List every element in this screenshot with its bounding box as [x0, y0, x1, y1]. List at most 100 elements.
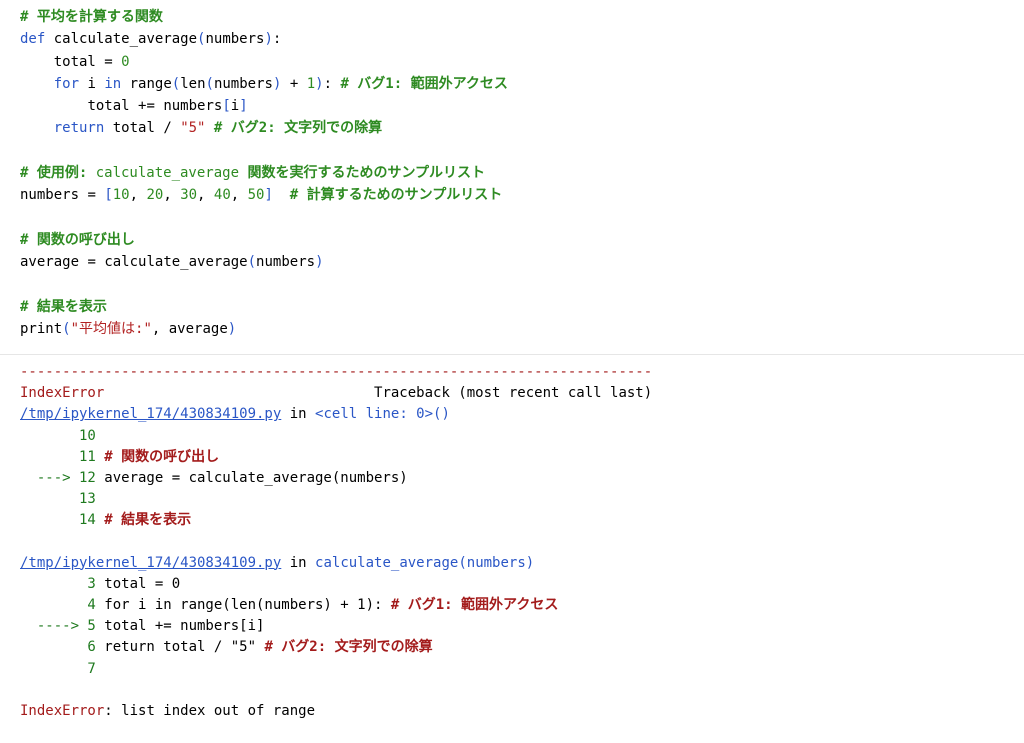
- line-number: 4: [20, 597, 96, 614]
- comment: 関数を実行するためのサンプルリスト: [239, 165, 486, 182]
- var: total: [112, 120, 155, 137]
- line-text: # 関数の呼び出し: [95, 448, 220, 465]
- code-line-4: for i in range(len(numbers) + 1): # バグ1:…: [53, 75, 508, 92]
- param: numbers: [205, 31, 265, 48]
- comment: # 結果を表示: [20, 298, 107, 315]
- frame-2-header: /tmp/ipykernel_174/430834109.py in calcu…: [20, 554, 535, 571]
- function-call: calculate_average: [104, 254, 248, 271]
- code-line-11: # 関数の呼び出し: [20, 229, 1010, 251]
- traceback-line: 13: [20, 489, 1010, 510]
- comment: # バグ1: 範囲外アクセス: [340, 75, 508, 92]
- comment: # バグ2: 文字列での除算: [213, 120, 383, 137]
- traceback-line: 10: [20, 426, 1010, 447]
- number: 20: [146, 187, 164, 204]
- code-line-6: return total / "5" # バグ2: 文字列での除算: [53, 120, 383, 137]
- file-link[interactable]: /tmp/ipykernel_174/430834109.py: [20, 555, 281, 571]
- keyword: in: [104, 75, 122, 92]
- error-message: : list index out of range: [104, 703, 316, 719]
- keyword: return: [53, 120, 105, 137]
- number: 40: [213, 187, 231, 204]
- frame-1-lines: 10 11 # 関数の呼び出し ---> 12 average = calcul…: [20, 426, 1010, 532]
- line-text: return total / "5" # バグ2: 文字列での除算: [95, 639, 433, 656]
- var: i: [230, 98, 240, 115]
- code-line-12: average = calculate_average(numbers): [20, 254, 324, 271]
- line-text: average = calculate_average(numbers): [95, 469, 408, 486]
- line-text: total += numbers[i]: [95, 618, 265, 635]
- code-line-2: def calculate_average(numbers):: [20, 31, 282, 48]
- var: numbers: [163, 98, 223, 115]
- line-number: 11: [20, 448, 96, 465]
- keyword: def: [20, 31, 46, 48]
- code-line-3: total = 0: [53, 53, 130, 70]
- line-text: total = 0: [95, 575, 181, 592]
- code-line-9: numbers = [10, 20, 30, 40, 50] # 計算するための…: [20, 187, 503, 204]
- final-error: IndexError: list index out of range: [20, 701, 1010, 722]
- location-parens: (): [433, 406, 450, 423]
- code-line-8: # 使用例: calculate_average 関数を実行するためのサンプルリ…: [20, 162, 1010, 184]
- location-arg: numbers: [466, 554, 526, 571]
- output-area: ----------------------------------------…: [20, 362, 1010, 722]
- location: calculate_average: [315, 554, 459, 571]
- line-number: 3: [20, 575, 96, 592]
- code-line-5: total += numbers[i]: [87, 98, 248, 115]
- traceback-line: ---> 12 average = calculate_average(numb…: [20, 468, 1010, 489]
- traceback-line: 6 return total / "5" # バグ2: 文字列での除算: [20, 637, 1010, 658]
- string: "平均値は:": [70, 321, 152, 338]
- line-number: ---> 12: [20, 469, 96, 486]
- comment: # 関数の呼び出し: [20, 231, 135, 248]
- var: total: [87, 98, 130, 115]
- code-line-15: print("平均値は:", average): [20, 321, 237, 338]
- error-name: IndexError: [20, 703, 105, 719]
- line-number: 6: [20, 639, 96, 656]
- number: 1: [306, 75, 316, 92]
- code-line-14: # 結果を表示: [20, 296, 1010, 318]
- var: average: [168, 321, 228, 338]
- builtin: range: [129, 75, 172, 92]
- line-number: 13: [20, 491, 96, 508]
- line-number: 10: [20, 427, 96, 444]
- traceback-line: ----> 5 total += numbers[i]: [20, 616, 1010, 637]
- number: 50: [247, 187, 265, 204]
- builtin: len: [180, 75, 206, 92]
- traceback-dashes: ----------------------------------------…: [20, 364, 653, 380]
- function-name: calculate_average: [53, 31, 198, 48]
- in-word: in: [289, 554, 307, 571]
- line-number: 7: [20, 660, 96, 677]
- in-word: in: [289, 406, 307, 423]
- line-number: ----> 5: [20, 618, 96, 635]
- traceback-label: Traceback (most recent call last): [374, 385, 653, 402]
- error-name: IndexError: [20, 385, 105, 402]
- line-text: for i in range(len(numbers) + 1): # バグ1:…: [95, 597, 559, 614]
- traceback-line: 3 total = 0: [20, 574, 1010, 595]
- traceback-line: 4 for i in range(len(numbers) + 1): # バグ…: [20, 595, 1010, 616]
- traceback-line: 7: [20, 659, 1010, 680]
- string: "5": [180, 120, 206, 137]
- number: 10: [112, 187, 130, 204]
- traceback-line: 11 # 関数の呼び出し: [20, 447, 1010, 468]
- frame-2-lines: 3 total = 0 4 for i in range(len(numbers…: [20, 574, 1010, 680]
- comment: # 使用例:: [20, 165, 96, 182]
- var: numbers: [20, 187, 80, 204]
- var: numbers: [256, 254, 316, 271]
- var: total: [53, 53, 96, 70]
- traceback-line: 14 # 結果を表示: [20, 510, 1010, 531]
- comment: # 平均を計算する関数: [20, 9, 163, 25]
- code-line-1: # 平均を計算する関数: [20, 6, 1010, 28]
- traceback-header: IndexError Traceback (most recent call l…: [20, 383, 1010, 404]
- line-text: # 結果を表示: [95, 512, 192, 529]
- builtin: print: [20, 321, 63, 338]
- var: average: [20, 254, 80, 271]
- location: <cell line: 0>: [315, 406, 434, 423]
- output-separator: [0, 354, 1024, 355]
- file-link[interactable]: /tmp/ipykernel_174/430834109.py: [20, 406, 281, 422]
- code-cell[interactable]: # 平均を計算する関数 def calculate_average(number…: [20, 6, 1010, 340]
- number: 0: [121, 53, 130, 70]
- frame-1-header: /tmp/ipykernel_174/430834109.py in <cell…: [20, 404, 1010, 425]
- keyword: for: [53, 75, 80, 92]
- comment: calculate_average: [95, 165, 240, 182]
- var: i: [87, 75, 96, 92]
- var: numbers: [213, 75, 273, 92]
- number: 30: [180, 187, 198, 204]
- comment: # 計算するためのサンプルリスト: [289, 187, 503, 204]
- line-number: 14: [20, 512, 96, 529]
